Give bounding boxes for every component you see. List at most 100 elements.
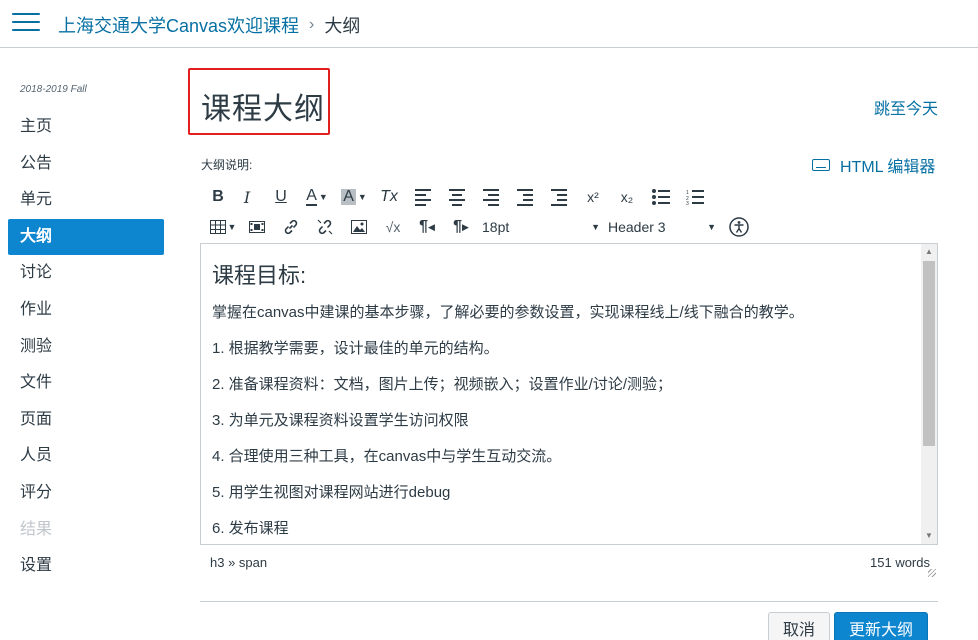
nav-item-syllabus[interactable]: 大纲 [8, 218, 164, 256]
rich-text-editor[interactable]: 课程目标: 掌握在canvas中建课的基本步骤，了解必要的参数设置，实现课程线上… [200, 243, 938, 545]
table-button[interactable]: ▼ [206, 215, 240, 239]
html-editor-label: HTML 编辑器 [840, 159, 936, 176]
word-count: 151 words [870, 555, 930, 570]
ltr-button[interactable]: ¶ ◀ [410, 215, 444, 239]
background-color-icon: A [341, 188, 356, 205]
course-nav-sidebar: 2018-2019 Fall 主页 公告 单元 大纲 讨论 作业 测验 文件 页… [8, 48, 164, 585]
editor-paragraph: 1. 根据教学需要，设计最佳的单元的结构。 [212, 340, 499, 357]
page-title: 课程大纲 [201, 93, 325, 126]
background-color-button[interactable]: A ▼ [336, 185, 372, 209]
nav-item-modules[interactable]: 单元 [8, 182, 164, 219]
editor-scrollbar[interactable]: ▲ ▼ [921, 244, 937, 544]
arrow-left-icon: ◀ [427, 221, 435, 232]
element-path: h3 » span [210, 555, 268, 570]
html-editor-toggle[interactable]: HTML 编辑器 [812, 153, 935, 177]
editor-paragraph: 3. 为单元及课程资料设置学生访问权限 [212, 412, 469, 429]
chevron-down-icon: ▼ [318, 192, 328, 202]
term-label: 2018-2019 Fall [20, 84, 87, 95]
link-button[interactable] [274, 215, 308, 239]
accessibility-checker-button[interactable] [722, 215, 756, 239]
media-button[interactable] [240, 215, 274, 239]
scroll-up-icon[interactable]: ▲ [921, 244, 937, 260]
unlink-button[interactable] [308, 215, 342, 239]
bullet-list-icon [652, 189, 670, 205]
breadcrumb: 上海交通大学Canvas欢迎课程 › 大纲 [58, 12, 360, 38]
chevron-down-icon: ▼ [227, 222, 237, 232]
app-header: 上海交通大学Canvas欢迎课程 › 大纲 [0, 0, 978, 48]
align-left-icon [415, 188, 431, 206]
paragraph-rtl-icon: ¶ [453, 218, 462, 235]
accessibility-icon [729, 217, 749, 237]
chevron-down-icon: ▼ [357, 192, 367, 202]
numbered-list-button[interactable]: 123 [678, 185, 712, 209]
hamburger-menu-icon[interactable] [12, 13, 40, 35]
link-icon [284, 219, 298, 235]
rtl-button[interactable]: ¶ ▶ [444, 215, 478, 239]
nav-item-home[interactable]: 主页 [8, 109, 164, 146]
nav-item-quizzes[interactable]: 测验 [8, 329, 164, 366]
subscript-button[interactable]: x₂ [610, 185, 644, 209]
numbered-list-icon: 123 [686, 190, 704, 205]
editor-paragraph: 2. 准备课程资料：文档，图片上传；视频嵌入；设置作业/讨论/测验； [212, 376, 673, 393]
editor-paragraph: 掌握在canvas中建课的基本步骤，了解必要的参数设置，实现课程线上/线下融合的… [212, 304, 804, 321]
nav-item-people[interactable]: 人员 [8, 438, 164, 475]
text-color-button[interactable]: A ▼ [298, 185, 336, 209]
breadcrumb-current: 大纲 [324, 16, 361, 36]
font-size-select[interactable]: 18pt ▼ [482, 215, 600, 239]
nav-item-grades[interactable]: 评分 [8, 475, 164, 512]
font-size-value: 18pt [482, 219, 510, 235]
paragraph-ltr-icon: ¶ [419, 218, 428, 235]
chevron-down-icon: ▼ [591, 222, 600, 232]
nav-item-announcements[interactable]: 公告 [8, 146, 164, 183]
description-label: 大纲说明: [201, 158, 253, 172]
scrollbar-thumb[interactable] [923, 261, 935, 446]
bold-button[interactable]: B [206, 185, 230, 209]
scroll-down-icon[interactable]: ▼ [921, 528, 937, 544]
clear-formatting-button[interactable]: Tx [372, 185, 406, 209]
nav-item-pages[interactable]: 页面 [8, 402, 164, 439]
divider [200, 601, 938, 602]
indent-button[interactable] [542, 185, 576, 209]
nav-item-files[interactable]: 文件 [8, 365, 164, 402]
arrow-right-icon: ▶ [461, 221, 469, 232]
editor-paragraph: 6. 发布课程 [212, 520, 289, 537]
editor-toolbar-row-2: ▼ √x ¶ ◀ ¶ ▶ 18pt ▼ Header 3 ▼ [206, 215, 756, 239]
nav-item-outcomes: 结果 [20, 520, 53, 538]
nav-item-assignments[interactable]: 作业 [8, 292, 164, 329]
nav-item-discussions[interactable]: 讨论 [8, 255, 164, 292]
block-format-select[interactable]: Header 3 ▼ [608, 215, 716, 239]
outdent-button[interactable] [508, 185, 542, 209]
nav-item-settings[interactable]: 设置 [8, 548, 164, 585]
superscript-button[interactable]: x² [576, 185, 610, 209]
chevron-down-icon: ▼ [707, 222, 716, 232]
film-icon [249, 221, 265, 233]
editor-toolbar-row-1: B I U A ▼ A ▼ Tx x² x₂ 123 [206, 185, 712, 209]
block-format-value: Header 3 [608, 219, 666, 235]
editor-statusbar: h3 » span 151 words [200, 553, 938, 579]
breadcrumb-course-link[interactable]: 上海交通大学Canvas欢迎课程 [58, 12, 299, 38]
math-equation-button[interactable]: √x [376, 215, 410, 239]
unlink-icon [317, 219, 333, 235]
editor-paragraph: 5. 用学生视图对课程网站进行debug [212, 484, 451, 501]
table-icon [209, 220, 226, 234]
resize-handle-icon[interactable] [928, 569, 936, 577]
jump-to-today-link[interactable]: 跳至今天 [874, 95, 938, 119]
italic-button[interactable]: I [230, 185, 264, 209]
editor-paragraph: 4. 合理使用三种工具，在canvas中与学生互动交流。 [212, 448, 562, 465]
image-button[interactable] [342, 215, 376, 239]
outdent-icon [517, 188, 533, 206]
underline-button[interactable]: U [264, 185, 298, 209]
cancel-button[interactable]: 取消 [768, 612, 831, 640]
align-center-button[interactable] [440, 185, 474, 209]
align-right-button[interactable] [474, 185, 508, 209]
update-syllabus-button[interactable]: 更新大纲 [834, 612, 929, 640]
bullet-list-button[interactable] [644, 185, 678, 209]
keyboard-icon [812, 159, 830, 171]
align-left-button[interactable] [406, 185, 440, 209]
editor-content[interactable]: 课程目标: 掌握在canvas中建课的基本步骤，了解必要的参数设置，实现课程线上… [212, 258, 912, 544]
breadcrumb-separator: › [309, 16, 315, 33]
svg-text:3: 3 [686, 201, 689, 205]
align-right-icon [483, 188, 499, 206]
text-color-icon: A [306, 187, 317, 206]
indent-icon [551, 188, 567, 206]
